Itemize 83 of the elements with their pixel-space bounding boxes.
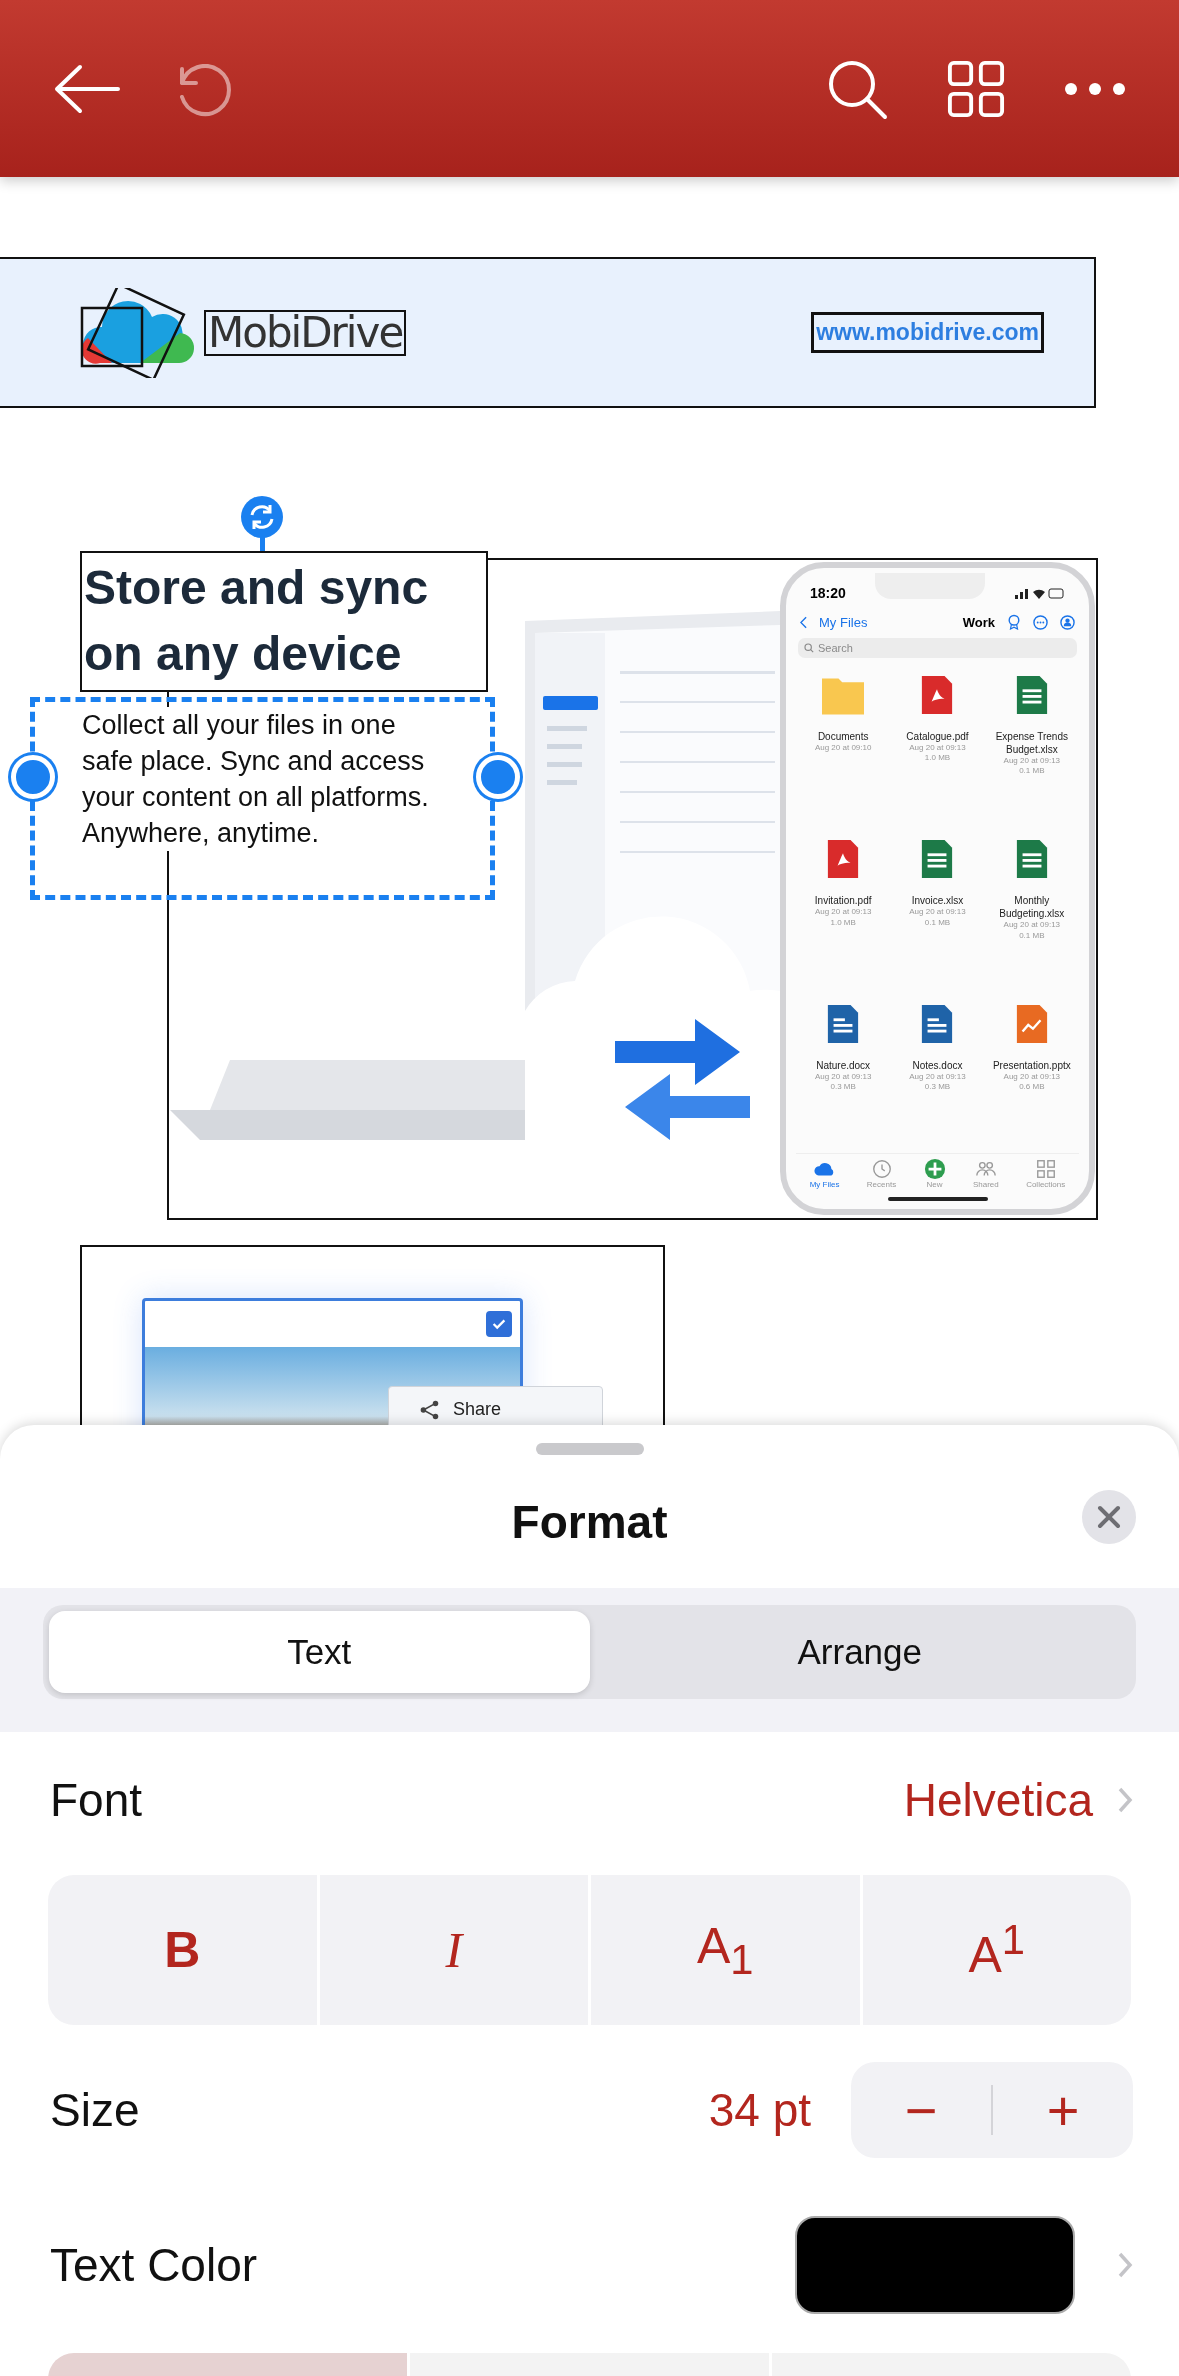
- text-style-button[interactable]: I: [319, 1875, 588, 2025]
- file-name: Nature.docx: [816, 1058, 871, 1072]
- file-size: 0.1 MB: [924, 917, 951, 929]
- file-name: Invoice.xlsx: [911, 894, 964, 908]
- file-name: Documents: [817, 730, 869, 743]
- file-date: Aug 20 at 09:10: [814, 743, 872, 754]
- tab[interactable]: Text: [49, 1611, 590, 1693]
- tab-bar-item[interactable]: New: [923, 1158, 946, 1189]
- file-size: 0.1 MB: [1019, 930, 1045, 942]
- size-value: 34 pt: [708, 2083, 811, 2137]
- text-color-label: Text Color: [50, 2238, 258, 2292]
- plus-icon: [923, 1158, 946, 1180]
- badge-icon[interactable]: [1007, 614, 1021, 630]
- file-size: 0.6 MB: [1019, 1082, 1045, 1093]
- share-menu-item[interactable]: Share: [453, 1399, 502, 1420]
- document-icon[interactable]: [1014, 1002, 1049, 1045]
- text-style-button[interactable]: B: [48, 1875, 317, 2025]
- tab-bar-item[interactable]: Collections: [1026, 1158, 1066, 1189]
- back-link[interactable]: My Files: [819, 614, 868, 630]
- text-style-button[interactable]: A$^{1}$: [862, 1875, 1131, 2025]
- resize-handle[interactable]: [476, 755, 520, 799]
- file-name: Presentation.pptx: [992, 1058, 1071, 1072]
- status-time: 18:20: [810, 585, 846, 601]
- file-name: Expense Trends Budget.xlsx: [994, 730, 1069, 756]
- file-name: Catalogue.pdf: [906, 730, 969, 743]
- sheet-title: Format: [511, 1494, 668, 1549]
- search-field[interactable]: Search: [798, 638, 1077, 658]
- tab-bar-item[interactable]: Shared: [972, 1158, 999, 1189]
- file-date: Aug 20 at 09:13: [1003, 1071, 1061, 1083]
- document-icon[interactable]: [1014, 674, 1049, 716]
- decrease-button[interactable]: −: [851, 2076, 991, 2144]
- grid-icon[interactable]: [947, 59, 1005, 118]
- more-icon[interactable]: [1033, 614, 1048, 630]
- account-icon[interactable]: [1060, 614, 1075, 630]
- file-date: Aug 20 at 09:13: [814, 907, 872, 918]
- document-icon[interactable]: [1014, 838, 1049, 881]
- logo-text: MobiDrive: [204, 309, 407, 356]
- document-icon[interactable]: [920, 838, 955, 881]
- folder-title: Work: [962, 614, 995, 630]
- clock-icon: [870, 1158, 893, 1180]
- resize-handle[interactable]: [11, 755, 55, 799]
- close-icon[interactable]: [1082, 1490, 1136, 1544]
- heading-text: Store and sync on any device: [80, 551, 488, 692]
- file-size: 1.0 MB: [830, 917, 856, 929]
- file-date: Aug 20 at 09:13: [909, 1071, 966, 1083]
- size-label: Size: [50, 2083, 140, 2137]
- file-name: Notes.docx: [912, 1058, 963, 1072]
- grid-icon: [1034, 1158, 1057, 1180]
- search-icon: [804, 643, 814, 653]
- file-date: Aug 20 at 09:13: [909, 743, 966, 754]
- tab-bar-item[interactable]: Recents: [866, 1158, 897, 1189]
- status-icons: [1015, 587, 1065, 599]
- file-size: 0.3 MB: [924, 1082, 951, 1093]
- increase-button[interactable]: +: [993, 2076, 1133, 2144]
- file-date: Aug 20 at 09:13: [1003, 920, 1061, 931]
- font-label: Font: [50, 1772, 143, 1827]
- document-icon[interactable]: [920, 674, 955, 716]
- document-icon[interactable]: [920, 1002, 955, 1045]
- file-name: Invitation.pdf: [814, 894, 872, 908]
- back-chevron-icon[interactable]: [800, 615, 807, 629]
- file-size: 0.1 MB: [1019, 766, 1045, 777]
- text-style-button[interactable]: A$_{1}$: [591, 1875, 860, 2025]
- file-date: Aug 20 at 09:13: [1003, 756, 1061, 767]
- share-icon: [419, 1399, 441, 1421]
- file-name: Monthly Budgeting.xlsx: [998, 894, 1066, 921]
- file-size: 1.0 MB: [924, 753, 951, 764]
- chevron-icon: [1117, 2251, 1133, 2279]
- color-swatch[interactable]: [795, 2216, 1075, 2314]
- checkbox[interactable]: [486, 1311, 512, 1337]
- more-icon[interactable]: [1063, 80, 1127, 97]
- file-size: 0.3 MB: [830, 1082, 856, 1093]
- document-icon[interactable]: [826, 1002, 861, 1045]
- back-arrow-icon[interactable]: [52, 63, 122, 114]
- document-icon[interactable]: [826, 838, 861, 881]
- tab-bar-item[interactable]: My Files: [809, 1158, 840, 1189]
- file-date: Aug 20 at 09:13: [909, 907, 966, 918]
- rotate-handle-icon[interactable]: [240, 495, 284, 539]
- tab[interactable]: Arrange: [589, 1611, 1130, 1693]
- website-link[interactable]: www.mobidrive.com: [811, 312, 1044, 353]
- chevron-icon: [1117, 1785, 1133, 1814]
- file-date: Aug 20 at 09:13: [814, 1071, 872, 1083]
- rotation-handle-stem: [260, 537, 265, 551]
- font-value[interactable]: Helvetica: [903, 1772, 1093, 1827]
